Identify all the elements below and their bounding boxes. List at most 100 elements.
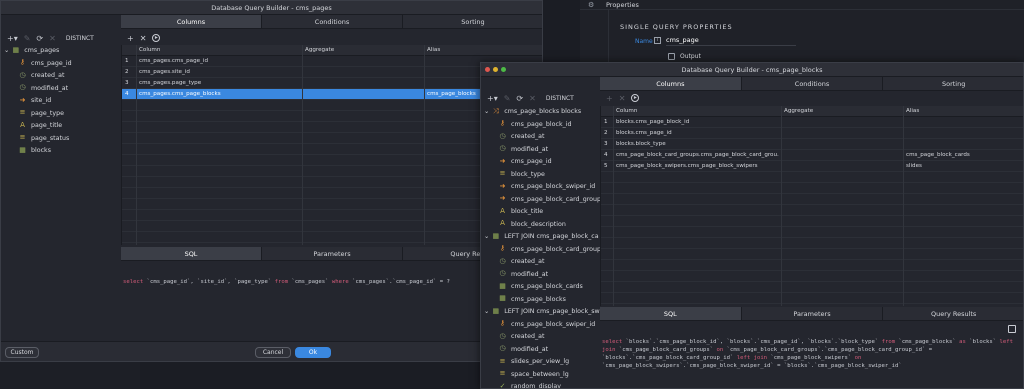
name-field[interactable]: cms_page — [666, 36, 796, 46]
table-cell[interactable]: cms_page_block_cards — [906, 150, 1023, 161]
tree-item[interactable]: ▦ cms_page_blocks — [481, 294, 600, 307]
output-checkbox[interactable] — [668, 53, 675, 60]
tab-sql[interactable]: SQL — [121, 247, 262, 260]
table-cell[interactable]: blocks.block_type — [616, 139, 779, 150]
column-header[interactable]: Column — [616, 106, 637, 117]
table-cell[interactable]: cms_pages.cms_page_blocks — [139, 89, 300, 100]
table-row[interactable]: 2 blocks.cms_page_id — [601, 128, 1023, 139]
tree-item[interactable]: ⚷ cms_page_block_swiper_id — [481, 319, 600, 332]
tree-item[interactable]: Apage_title — [1, 120, 121, 133]
cancel-button[interactable]: Cancel — [255, 347, 291, 358]
chevron-down-icon[interactable]: ⌄ — [484, 108, 489, 115]
tree-item[interactable]: ✓ random_display — [481, 381, 600, 388]
column-header[interactable]: Aggregate — [784, 106, 813, 117]
tree-item[interactable]: ◷ created_at — [481, 131, 600, 144]
chevron-down-icon[interactable]: ⌄ — [484, 308, 489, 315]
tab-columns[interactable]: Columns — [121, 15, 262, 28]
edit-icon[interactable]: ✎ — [24, 34, 31, 43]
copy-icon[interactable] — [1008, 325, 1016, 333]
table-row[interactable] — [601, 194, 1023, 205]
table-cell[interactable]: cms_pages.site_id — [139, 67, 300, 78]
close-icon[interactable]: ✕ — [529, 94, 536, 103]
column-header[interactable]: Column — [139, 45, 160, 56]
add-column-icon[interactable]: + — [606, 94, 613, 103]
tree-item[interactable]: ➜ cms_page_id — [481, 156, 600, 169]
tree-item[interactable]: ➜ site_id — [1, 95, 121, 108]
remove-column-icon[interactable]: ✕ — [619, 94, 626, 103]
edit-icon[interactable]: ✎ — [504, 94, 511, 103]
tree-item[interactable]: Ablock_description — [481, 219, 600, 232]
tree-item[interactable]: Ablock_title — [481, 206, 600, 219]
tree-item[interactable]: ◷ modified_at — [1, 83, 121, 96]
table-row[interactable] — [601, 260, 1023, 271]
tree-item[interactable]: ◷ created_at — [481, 331, 600, 344]
tree-item[interactable]: ≡ page_status — [1, 133, 121, 146]
close-icon[interactable]: ✕ — [49, 34, 56, 43]
tree-item[interactable]: ⚷ cms_page_block_card_group — [481, 244, 600, 257]
tab-sql[interactable]: SQL — [600, 307, 742, 320]
tab-query-results[interactable]: Query Results — [883, 307, 1023, 320]
table-row[interactable]: 3 blocks.block_type — [601, 139, 1023, 150]
zoom-traffic-light[interactable] — [501, 67, 506, 72]
add-column-icon[interactable]: + — [127, 34, 134, 43]
chevron-down-icon[interactable]: ⌄ — [484, 233, 489, 240]
tab-sorting[interactable]: Sorting — [883, 77, 1023, 90]
table-row[interactable] — [601, 205, 1023, 216]
ok-button[interactable]: Ok — [295, 347, 331, 358]
tree-item[interactable]: ▦ cms_page_block_cards — [481, 281, 600, 294]
column-header[interactable]: Alias — [427, 45, 440, 56]
tab-columns[interactable]: Columns — [600, 77, 742, 90]
tree-item[interactable]: ⌄ ▦ LEFT JOIN cms_page_block_ca — [481, 231, 600, 244]
table-cell[interactable]: cms_pages.page_type — [139, 78, 300, 89]
table-row[interactable] — [601, 183, 1023, 194]
table-row[interactable] — [601, 271, 1023, 282]
tree-item[interactable]: ◷ created_at — [1, 70, 121, 83]
close-traffic-light[interactable] — [485, 67, 490, 72]
custom-button[interactable]: Custom — [5, 347, 39, 358]
table-row[interactable] — [601, 249, 1023, 260]
table-cell[interactable]: cms_page_block_card_groups.cms_page_bloc… — [616, 150, 779, 161]
table-cell[interactable]: cms_pages.cms_page_id — [139, 56, 300, 67]
table-row[interactable]: 4 cms_page_block_card_groups.cms_page_blo… — [601, 150, 1023, 161]
play-icon[interactable]: ▸ — [152, 34, 161, 42]
tree-item[interactable]: ◷ modified_at — [481, 269, 600, 282]
table-row[interactable]: 5 cms_page_block_swipers.cms_page_block_s… — [601, 161, 1023, 172]
play-icon[interactable]: ▸ — [631, 94, 640, 102]
table-row[interactable] — [601, 172, 1023, 183]
table-row[interactable] — [601, 293, 1023, 304]
tab-conditions[interactable]: Conditions — [742, 77, 884, 90]
refresh-icon[interactable]: ⟳ — [516, 94, 523, 103]
table-cell[interactable]: blocks.cms_page_block_id — [616, 117, 779, 128]
chevron-down-icon[interactable]: ⌄ — [4, 47, 9, 54]
tab-parameters[interactable]: Parameters — [262, 247, 403, 260]
tree-item[interactable]: ▦ blocks — [1, 145, 121, 158]
add-icon[interactable]: +▾ — [487, 94, 498, 103]
column-header[interactable]: Aggregate — [305, 45, 334, 56]
tree-item[interactable]: ⌄ ⤨ cms_page_blocks blocks — [481, 106, 600, 119]
table-cell[interactable]: slides — [906, 161, 1023, 172]
tree-item[interactable]: ⌄ ▦ LEFT JOIN cms_page_block_sw — [481, 306, 600, 319]
table-row[interactable] — [601, 216, 1023, 227]
tab-sorting[interactable]: Sorting — [403, 15, 542, 28]
distinct-toggle[interactable]: DISTINCT — [546, 95, 574, 102]
tree-item[interactable]: ≡ page_type — [1, 108, 121, 121]
tree-item[interactable]: ➜ cms_page_block_card_group — [481, 194, 600, 207]
table-row[interactable]: 1 blocks.cms_page_block_id — [601, 117, 1023, 128]
tab-parameters[interactable]: Parameters — [742, 307, 884, 320]
tree-item[interactable]: ◷ created_at — [481, 256, 600, 269]
add-icon[interactable]: +▾ — [7, 34, 18, 43]
table-cell[interactable]: blocks.cms_page_id — [616, 128, 779, 139]
tree-item[interactable]: ≡ space_between_lg — [481, 369, 600, 382]
refresh-icon[interactable]: ⟳ — [36, 34, 43, 43]
minimize-traffic-light[interactable] — [493, 67, 498, 72]
table-row[interactable] — [601, 227, 1023, 238]
tree-item[interactable]: ◷ modified_at — [481, 144, 600, 157]
tree-item[interactable]: ⚷ cms_page_id — [1, 58, 121, 71]
tree-item[interactable]: ≡ slides_per_view_lg — [481, 356, 600, 369]
table-cell[interactable]: cms_page_block_swipers.cms_page_block_sw… — [616, 161, 779, 172]
distinct-toggle[interactable]: DISTINCT — [66, 35, 94, 42]
tree-item[interactable]: ≡ block_type — [481, 169, 600, 182]
tree-item[interactable]: ◷ modified_at — [481, 344, 600, 357]
table-row[interactable] — [601, 238, 1023, 249]
tree-item[interactable]: ➜ cms_page_block_swiper_id — [481, 181, 600, 194]
